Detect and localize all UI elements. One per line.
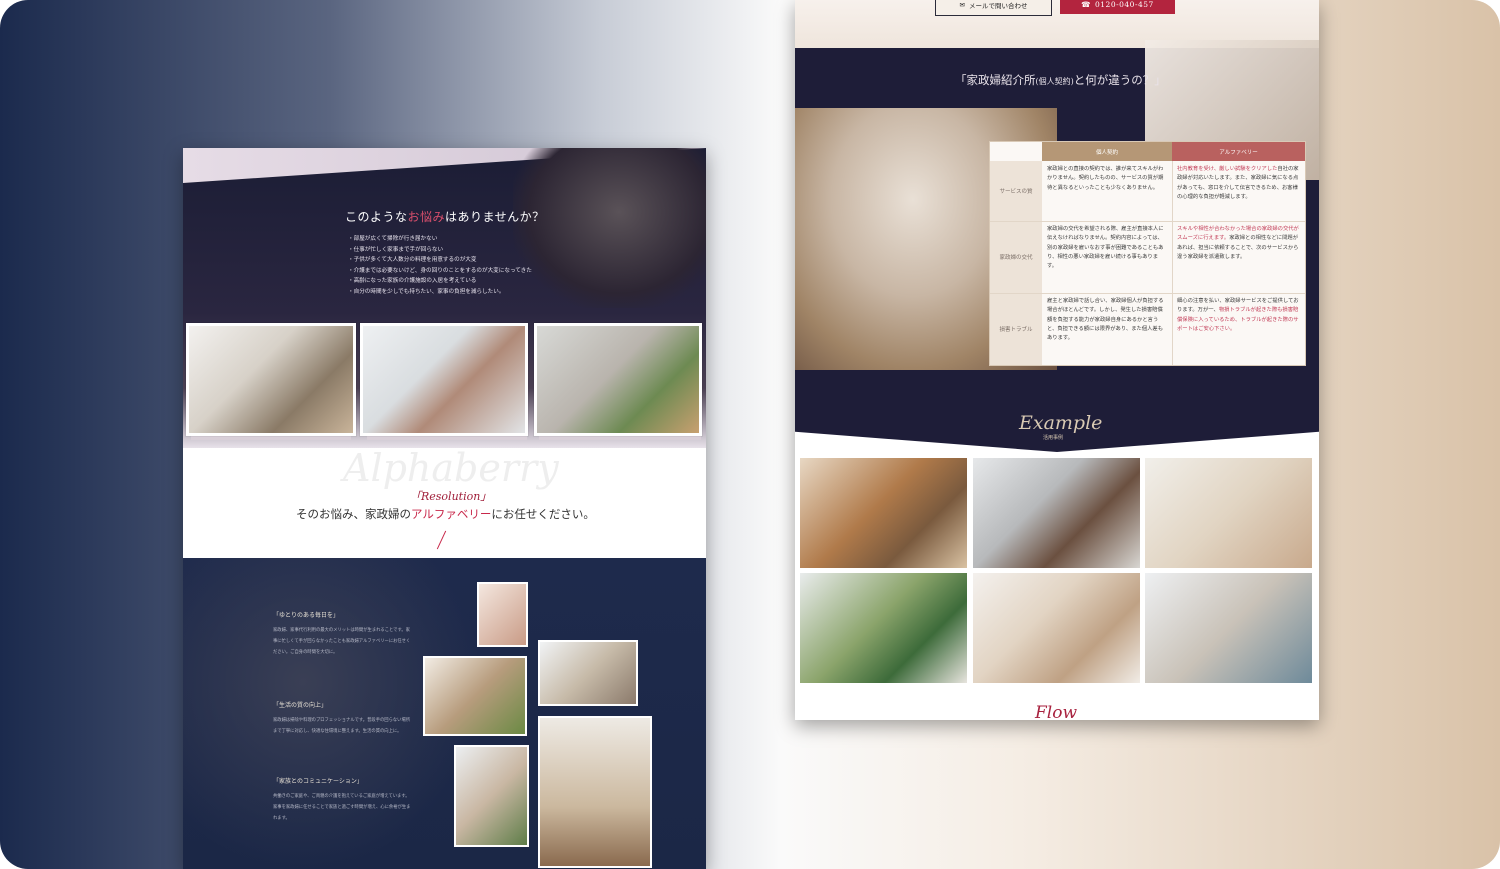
elderly-woman-photo [534, 323, 702, 436]
living-room-photo [538, 716, 652, 868]
bathroom-cleaning-photo [1145, 573, 1312, 683]
list-item: ・高齢になった家族の介護施設の入居を考えている [348, 278, 477, 284]
family-sofa-photo [538, 640, 638, 706]
resolution-heading: そのお悩み、家政婦のアルファベリーにお任せください。 [296, 507, 595, 521]
window-cleaning-photo [800, 573, 967, 683]
row-label: 家政婦の交代 [990, 221, 1042, 293]
left-page-mockup: このようなお悩みはありませんか？ ・部屋が広くて掃除が行き届かない ・仕事が忙し… [183, 148, 706, 869]
list-item: ・介護までは必要ないけど、身の回りのことをするのが大変になってきた [348, 267, 532, 274]
list-item: ・自分の時間を少しでも持ちたい、家事の負担を減らしたい。 [348, 288, 505, 295]
example-subheading: 活用事例 [1043, 435, 1064, 441]
feature-title: 「家族とのコミュニケーション」 [273, 778, 363, 785]
feature-title: 「ゆとりのある毎日を」 [273, 612, 340, 619]
column-header-alphaberry: アルファベリー [1172, 142, 1305, 161]
feature-body: 家政婦、家事代行利用の最大のメリットは時間が生まれることです。家事に忙しくて手が… [273, 628, 411, 655]
comparison-table: 個人契約 アルファベリー サービスの質 家政婦の交代 損害トラブル 家政婦との直… [989, 141, 1306, 366]
worries-list: ・部屋が広くて掃除が行き届かない ・仕事が忙しく家事まで手が回らない ・子供が多… [348, 234, 532, 297]
example-heading: Example [1019, 412, 1103, 434]
feature-block: 「ゆとりのある毎日を」 家政婦、家事代行利用の最大のメリットは時間が生まれること… [273, 610, 413, 658]
decorative-slash [436, 530, 447, 550]
caregiver-photo [1145, 458, 1312, 568]
man-portrait-image [513, 148, 706, 308]
cooking-photo [973, 458, 1140, 568]
column-header-private: 個人契約 [1042, 142, 1172, 161]
phone-icon: ☎ [1081, 0, 1092, 9]
mail-icon: ✉ [959, 1, 965, 9]
table-cell: 社内教育を受け、厳しい試験をクリアした自社の家政婦が対応いたします。また、家政婦… [1177, 166, 1299, 200]
comparison-heading: 「家政婦紹介所(個人契約)と何が違うの？」 [955, 73, 1166, 87]
table-divider [990, 221, 1305, 222]
right-page-mockup: ✉ メールで問い合わせ ☎ 0120-040-457 「家政婦紹介所(個人契約)… [795, 0, 1319, 720]
row-label: サービスの質 [990, 161, 1042, 221]
mail-button-label: メールで問い合わせ [968, 2, 1028, 10]
resolution-label: 「Resolution」 [410, 490, 492, 503]
table-cell: 家政婦の交代を希望される際、雇主が直接本人に伝えなければなりません。契約内容によ… [1047, 226, 1164, 270]
feature-title: 「生活の質の向上」 [273, 702, 328, 709]
mother-daughter-photo [477, 582, 528, 647]
table-cell: 雇主と家政婦で話し合い、家政婦個人が負担する場合がほとんどです。しかし、発生した… [1047, 298, 1164, 342]
feature-block: 「家族とのコミュニケーション」 共働きのご家庭や、ご両親の介護を抱えているご家庭… [273, 776, 413, 824]
table-cell: 家政婦との直接の契約では、誰が来てスキルがわかりません。契約したものの、サービス… [1047, 166, 1164, 191]
flow-heading: Flow [1035, 703, 1078, 720]
family-dinner-photo [800, 458, 967, 568]
row-label: 損害トラブル [990, 293, 1042, 365]
table-cell: スキルや相性が合わなかった場合の家政婦の交代がスムーズに行えます。家政婦との相性… [1177, 226, 1299, 260]
kitchen-photo [186, 323, 356, 436]
tired-woman-photo [360, 323, 528, 436]
feature-block: 「生活の質の向上」 家政婦は掃除や料理のプロフェッショナルです。普段手の回らない… [273, 700, 413, 737]
elderly-couple-photo [454, 745, 529, 847]
presentation-background: このようなお悩みはありませんか？ ・部屋が広くて掃除が行き届かない ・仕事が忙し… [0, 0, 1500, 869]
list-item: ・仕事が忙しく家事まで手が回らない [348, 246, 444, 253]
phone-number: 0120-040-457 [1095, 0, 1154, 9]
list-item: ・部屋が広くて掃除が行き届かない [348, 236, 438, 242]
table-divider [1172, 161, 1173, 365]
worries-heading: このようなお悩みはありませんか？ [345, 210, 545, 224]
breakfast-photo [423, 656, 527, 736]
shared-meal-photo [973, 573, 1140, 683]
mail-contact-button[interactable]: ✉ メールで問い合わせ [935, 0, 1052, 16]
table-cell: 細心の注意を払い、家政婦サービスをご提供しております。万が一、物損トラブルが起き… [1177, 298, 1299, 332]
phone-contact-button[interactable]: ☎ 0120-040-457 [1060, 0, 1175, 14]
table-divider [990, 293, 1305, 294]
feature-body: 家政婦は掃除や料理のプロフェッショナルです。普段手の回らない場所まで丁寧に対応し… [273, 718, 411, 734]
brand-watermark: Alphaberry [343, 446, 559, 490]
feature-body: 共働きのご家庭や、ご両親の介護を抱えているご家庭が増えています。家事を家政婦に任… [273, 794, 411, 821]
list-item: ・子供が多くて大人数分の料理を用意するのが大変 [348, 257, 477, 263]
